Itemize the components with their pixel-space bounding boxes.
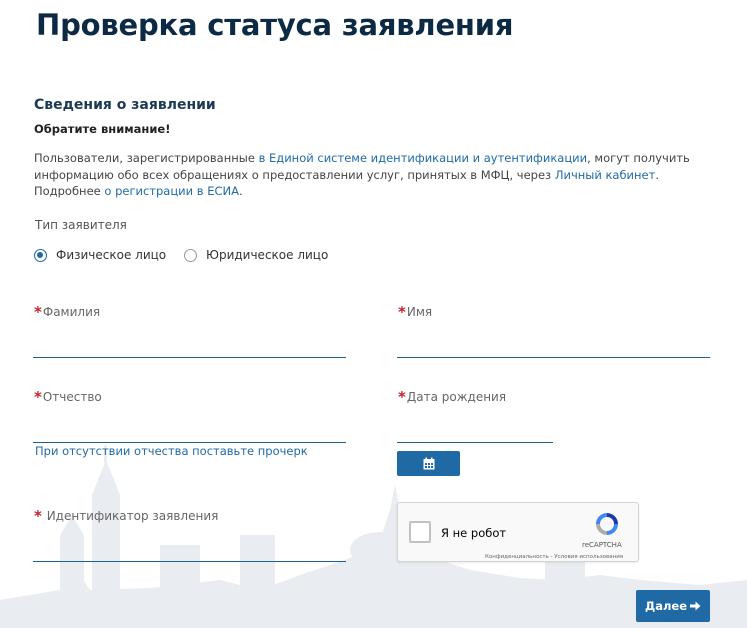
required-mark: *: [398, 303, 406, 321]
last-name-label-text: Фамилия: [42, 305, 101, 319]
calendar-button[interactable]: [397, 451, 460, 476]
birth-date-label-text: Дата рождения: [406, 390, 507, 404]
radio-individual-label: Физическое лицо: [56, 248, 167, 262]
last-name-label: *Фамилия: [34, 302, 101, 321]
required-mark: *: [34, 507, 42, 525]
first-name-label: *Имя: [398, 302, 433, 321]
recaptcha-widget: Я не робот reCAPTCHA Конфиденциальность …: [397, 502, 639, 562]
application-id-label-text: Идентификатор заявления: [46, 509, 219, 523]
arrow-right-icon: [690, 601, 701, 611]
patronymic-input[interactable]: [33, 419, 346, 443]
next-button-label: Далее: [644, 599, 688, 613]
notice-text: , могут получить: [587, 151, 690, 165]
applicant-type-label: Тип заявителя: [35, 218, 127, 232]
esia-registration-link[interactable]: о регистрации в ЕСИА: [104, 184, 239, 198]
attention-note: Обратите внимание!: [34, 122, 171, 136]
radio-unchecked-icon[interactable]: [184, 248, 197, 262]
radio-individual[interactable]: Физическое лицо: [34, 248, 166, 262]
required-mark: *: [34, 388, 42, 406]
calendar-icon: [423, 457, 434, 470]
radio-checked-icon[interactable]: [34, 248, 47, 262]
required-mark: *: [398, 388, 406, 406]
patronymic-hint: При отсутствии отчества поставьте прочер…: [35, 444, 308, 458]
radio-legal-entity[interactable]: Юридическое лицо: [184, 248, 328, 262]
radio-legal-entity-label: Юридическое лицо: [206, 248, 329, 262]
recaptcha-checkbox[interactable]: [409, 521, 431, 543]
notice-text: Подробнее: [34, 184, 105, 198]
section-title: Сведения о заявлении: [34, 97, 216, 113]
recaptcha-label: Я не робот: [441, 526, 507, 540]
page-title: Проверка статуса заявления: [36, 8, 514, 42]
notice-text: информацию обо всех обращениях о предост…: [34, 167, 555, 182]
next-button[interactable]: Далее: [636, 590, 710, 622]
personal-cabinet-link[interactable]: Личный кабинет: [555, 168, 656, 182]
info-notice: Пользователи, зарегистрированные в Едино…: [34, 150, 734, 200]
birth-date-label: *Дата рождения: [398, 387, 507, 406]
first-name-input[interactable]: [397, 334, 710, 358]
last-name-input[interactable]: [33, 334, 346, 358]
required-mark: *: [34, 303, 42, 321]
birth-date-input[interactable]: [397, 419, 553, 443]
application-id-input[interactable]: [33, 538, 346, 562]
notice-text: .: [655, 167, 659, 182]
recaptcha-brand: reCAPTCHA: [582, 541, 622, 549]
application-id-label: * Идентификатор заявления: [34, 506, 219, 525]
first-name-label-text: Имя: [406, 305, 433, 319]
recaptcha-logo-icon: [596, 513, 618, 535]
notice-text: .: [238, 184, 243, 198]
esia-link[interactable]: в Единой системе идентификации и аутенти…: [259, 151, 588, 165]
recaptcha-legal-links[interactable]: Конфиденциальность - Условия использован…: [485, 554, 623, 560]
notice-text: Пользователи, зарегистрированные: [34, 151, 259, 165]
patronymic-label-text: Отчество: [42, 390, 102, 404]
patronymic-label: *Отчество: [34, 387, 102, 406]
